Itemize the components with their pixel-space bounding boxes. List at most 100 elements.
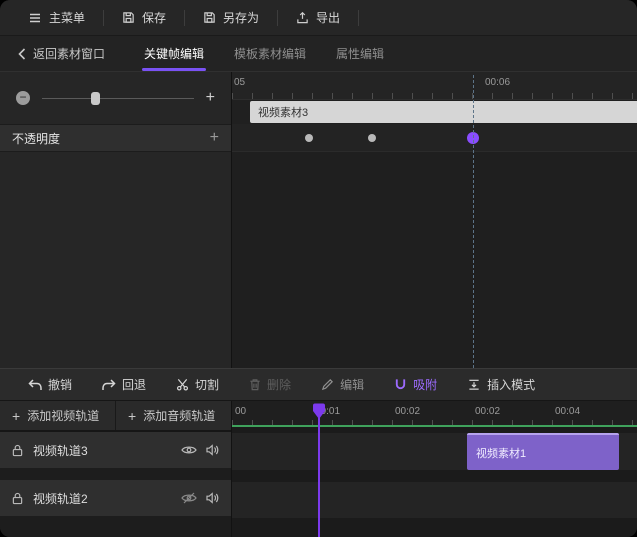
track-name: 视频轨道3: [33, 442, 173, 459]
save-as-icon: [203, 11, 216, 24]
main-menu-button[interactable]: 主菜单: [10, 0, 103, 35]
tool-label: 回退: [122, 376, 146, 393]
keyframe-dot[interactable]: [305, 134, 313, 142]
eye-icon[interactable]: [181, 444, 197, 456]
undo-icon: [28, 379, 42, 391]
clip-label: 视频素材3: [258, 104, 308, 120]
export-button[interactable]: 导出: [278, 0, 358, 35]
tool-label: 插入模式: [487, 376, 535, 393]
ruler-label: 00:02: [475, 406, 500, 417]
keyframe-editor-area: − + 不透明度 + 05 00:06 视频素材3: [0, 72, 637, 368]
keyframe-right-panel: 05 00:06 视频素材3: [232, 72, 637, 368]
insert-mode-button[interactable]: 插入模式: [467, 376, 535, 393]
snap-button[interactable]: 吸附: [394, 376, 437, 393]
plus-icon: +: [12, 408, 20, 424]
save-label: 保存: [142, 9, 166, 26]
tab-label: 模板素材编辑: [234, 45, 306, 62]
main-menu-label: 主菜单: [49, 9, 85, 26]
scissors-icon: [176, 378, 189, 391]
tab-label: 属性编辑: [336, 45, 384, 62]
zoom-out-button[interactable]: −: [16, 91, 30, 105]
menu-icon: [28, 11, 42, 25]
track-name: 视频轨道2: [33, 490, 173, 507]
tab-bar: 返回素材窗口 关键帧编辑 模板素材编辑 属性编辑: [0, 36, 637, 72]
playhead-pin[interactable]: [313, 403, 326, 420]
clip-label: 视频素材1: [476, 445, 526, 461]
volume-icon[interactable]: [205, 444, 219, 456]
add-video-track-button[interactable]: + 添加视频轨道: [0, 401, 116, 430]
back-to-material-window-button[interactable]: 返回素材窗口: [18, 36, 105, 71]
insert-mode-icon: [467, 378, 481, 391]
plus-icon: +: [128, 408, 136, 424]
zoom-control-row: − +: [0, 72, 231, 124]
toolbar-separator: [358, 10, 359, 26]
add-keyframe-button[interactable]: +: [210, 129, 219, 147]
save-button[interactable]: 保存: [104, 0, 184, 35]
track-lane-video-track-2[interactable]: [232, 482, 637, 518]
timeline-track-headers: + 添加视频轨道 + 添加音频轨道 视频轨道3 视频轨道2: [0, 401, 232, 537]
tab-label: 关键帧编辑: [144, 45, 204, 62]
tab-template-material-edit[interactable]: 模板素材编辑: [219, 36, 321, 71]
zoom-in-button[interactable]: +: [206, 91, 215, 105]
rollback-button[interactable]: 回退: [102, 376, 146, 393]
add-audio-track-button[interactable]: + 添加音频轨道: [116, 401, 231, 430]
delete-button[interactable]: 删除: [249, 376, 291, 393]
clip-video-material-3[interactable]: 视频素材3: [250, 101, 637, 123]
tool-label: 编辑: [340, 376, 364, 393]
ruler-label: 00:06: [485, 77, 510, 88]
pencil-icon: [321, 378, 334, 391]
zoom-slider[interactable]: [42, 91, 194, 106]
back-label: 返回素材窗口: [33, 45, 105, 62]
redo-icon: [102, 379, 116, 391]
property-label: 不透明度: [12, 130, 60, 147]
trash-icon: [249, 378, 261, 391]
top-toolbar: 主菜单 保存 另存为 导出: [0, 0, 637, 36]
tab-keyframe-edit[interactable]: 关键帧编辑: [129, 36, 219, 71]
keyframe-timeline-ruler[interactable]: 05 00:06: [232, 72, 637, 100]
keyframe-playhead-line[interactable]: [473, 75, 474, 368]
save-as-button[interactable]: 另存为: [185, 0, 277, 35]
keyframe-left-panel: − + 不透明度 +: [0, 72, 232, 368]
tool-label: 吸附: [413, 376, 437, 393]
clip-video-material-1[interactable]: 视频素材1: [467, 433, 619, 470]
ruler-label: 00:02: [395, 406, 420, 417]
track-lane-video-track-3[interactable]: 视频素材1: [232, 433, 637, 470]
track-area-top-line: [232, 425, 637, 427]
cut-button[interactable]: 切割: [176, 376, 219, 393]
ruler-ticks: [232, 420, 637, 425]
export-icon: [296, 11, 309, 24]
add-track-row: + 添加视频轨道 + 添加音频轨道: [0, 401, 231, 432]
eye-off-icon[interactable]: [181, 492, 197, 504]
keyframe-dot[interactable]: [368, 134, 376, 142]
zoom-slider-track[interactable]: [42, 98, 194, 99]
ruler-label: 00: [235, 406, 246, 417]
magnet-icon: [394, 378, 407, 391]
edit-toolbar: 撤销 回退 切割 删除 编辑 吸附 插入模式: [0, 368, 637, 400]
timeline-area: + 添加视频轨道 + 添加音频轨道 视频轨道3 视频轨道2: [0, 400, 637, 537]
tool-label: 撤销: [48, 376, 72, 393]
volume-icon[interactable]: [205, 492, 219, 504]
keyframe-track-strip[interactable]: [232, 124, 637, 152]
timeline-tracks-panel: 00 00:01 00:02 00:02 00:04 视频素材1: [232, 401, 637, 537]
playhead-line[interactable]: [318, 413, 320, 537]
zoom-slider-handle[interactable]: [91, 92, 100, 105]
export-label: 导出: [316, 9, 340, 26]
save-icon: [122, 11, 135, 24]
track-header-video-track-3[interactable]: 视频轨道3: [0, 432, 231, 468]
ruler-ticks: [232, 93, 637, 99]
lock-icon[interactable]: [12, 444, 23, 457]
edit-button[interactable]: 编辑: [321, 376, 364, 393]
ruler-label: 00:04: [555, 406, 580, 417]
add-video-track-label: 添加视频轨道: [27, 407, 99, 424]
track-header-video-track-2[interactable]: 视频轨道2: [0, 480, 231, 516]
undo-button[interactable]: 撤销: [28, 376, 72, 393]
timeline-ruler[interactable]: 00 00:01 00:02 00:02 00:04: [232, 401, 637, 425]
lock-icon[interactable]: [12, 492, 23, 505]
property-row-opacity[interactable]: 不透明度 +: [0, 124, 231, 152]
tab-property-edit[interactable]: 属性编辑: [321, 36, 399, 71]
tool-label: 切割: [195, 376, 219, 393]
chevron-left-icon: [18, 48, 26, 60]
tool-label: 删除: [267, 376, 291, 393]
add-audio-track-label: 添加音频轨道: [143, 407, 215, 424]
video-editor-window: 主菜单 保存 另存为 导出 返回素材窗口 关键帧编辑 模板素材编辑: [0, 0, 637, 537]
